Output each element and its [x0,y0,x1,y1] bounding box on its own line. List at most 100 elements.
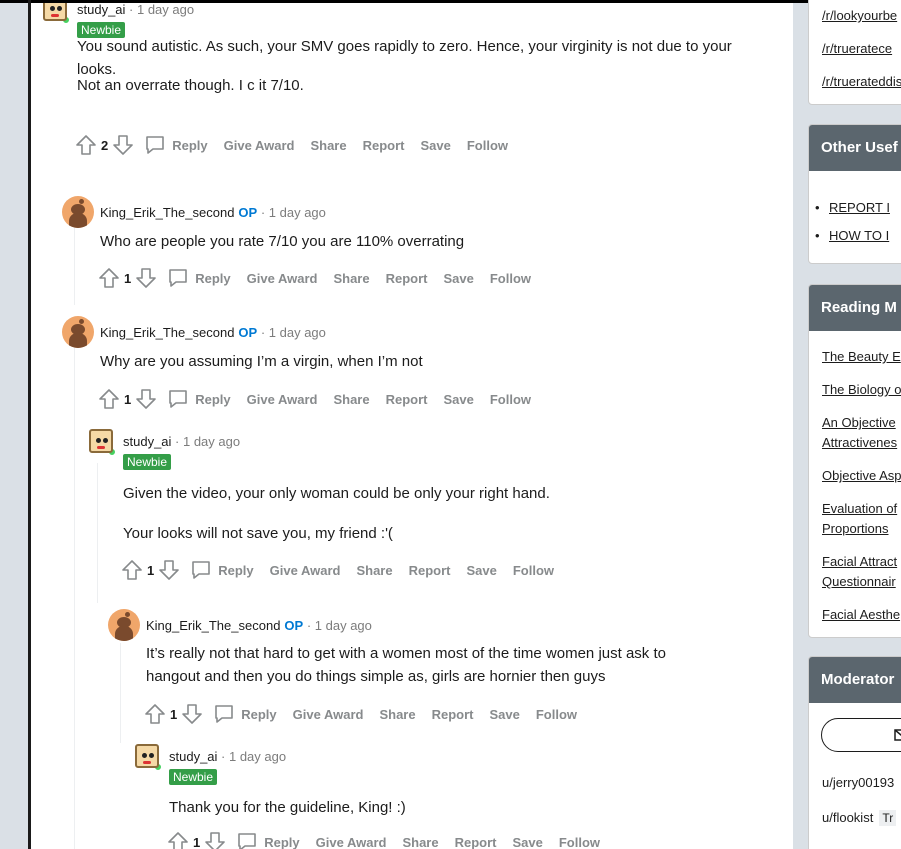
sidebar-link-trueratecelebrities[interactable]: /r/trueratece [822,39,892,59]
comment-actions: 1 Reply Give Award Share Report Save Follow [167,830,616,849]
sidebar-item-how-to[interactable]: HOW TO I [815,228,889,243]
sidebar-link-lookyourbest[interactable]: /r/lookyourbe [822,6,897,26]
report-button[interactable]: Report [432,707,474,722]
avatar[interactable] [85,425,117,457]
save-button[interactable]: Save [443,392,473,407]
avatar[interactable] [62,316,94,348]
username-link[interactable]: King_Erik_The_second [100,325,234,340]
downvote-icon[interactable] [135,267,157,289]
reply-label: Reply [195,391,231,407]
give-award-button[interactable]: Give Award [270,563,341,578]
reply-button[interactable]: Reply [167,267,231,289]
follow-button[interactable]: Follow [490,271,531,286]
comment-bubble-icon [144,134,172,156]
timestamp[interactable]: 1 day ago [315,618,372,633]
avatar[interactable] [131,740,163,772]
give-award-button[interactable]: Give Award [247,392,318,407]
upvote-icon[interactable] [144,703,166,725]
avatar[interactable] [62,196,94,228]
downvote-icon[interactable] [181,703,203,725]
reading-link[interactable]: Objective Asp [822,466,901,486]
follow-button[interactable]: Follow [513,563,554,578]
timestamp[interactable]: 1 day ago [137,3,194,17]
share-button[interactable]: Share [356,563,392,578]
moderator-name[interactable]: u/flookist [822,810,873,825]
comment-actions: 1 Reply Give Award Share Report Save Follow [98,387,547,411]
report-button[interactable]: Report [409,563,451,578]
reading-link[interactable]: Facial Attract [822,552,897,572]
reading-link[interactable]: Attractivenes [822,433,897,453]
upvote-icon[interactable] [75,134,97,156]
give-award-button[interactable]: Give Award [224,138,295,153]
give-award-button[interactable]: Give Award [316,835,387,849]
moderator-flair: Tr [879,810,897,826]
avatar[interactable] [39,3,71,25]
timestamp[interactable]: 1 day ago [183,434,240,449]
username-link[interactable]: study_ai [123,434,171,449]
reply-button[interactable]: Reply [213,703,277,725]
save-button[interactable]: Save [512,835,542,849]
reading-material-card: Reading M The Beauty E The Biology o An … [808,284,901,638]
reply-button[interactable]: Reply [236,831,300,849]
sidebar-item-report[interactable]: REPORT I [815,200,890,215]
upvote-icon[interactable] [167,831,189,849]
timestamp[interactable]: 1 day ago [269,205,326,220]
reply-button[interactable]: Reply [167,388,231,410]
timestamp[interactable]: 1 day ago [229,749,286,764]
upvote-icon[interactable] [121,559,143,581]
report-button[interactable]: Report [386,392,428,407]
upvote-icon[interactable] [98,267,120,289]
comment-text: Given the video, your only woman could b… [123,485,550,502]
reading-link[interactable]: Questionnair [822,572,896,592]
reply-button[interactable]: Reply [190,559,254,581]
downvote-icon[interactable] [112,134,134,156]
reading-link[interactable]: The Biology o [822,380,901,400]
follow-button[interactable]: Follow [559,835,600,849]
report-button[interactable]: Report [363,138,405,153]
share-button[interactable]: Share [333,271,369,286]
username-link[interactable]: King_Erik_The_second [100,205,234,220]
reply-button[interactable]: Reply [144,134,208,156]
report-button[interactable]: Report [455,835,497,849]
reading-link[interactable]: Facial Aesthe [822,605,900,625]
save-button[interactable]: Save [489,707,519,722]
reading-link[interactable]: An Objective [822,413,896,433]
comment-meta: study_ai · 1 day ago [123,434,240,449]
report-button[interactable]: Report [386,271,428,286]
username-link[interactable]: study_ai [169,749,217,764]
share-button[interactable]: Share [402,835,438,849]
downvote-icon[interactable] [158,559,180,581]
reply-label: Reply [218,562,254,578]
message-mods-button[interactable] [821,718,901,752]
save-button[interactable]: Save [443,271,473,286]
follow-button[interactable]: Follow [536,707,577,722]
username-link[interactable]: study_ai [77,3,125,17]
downvote-icon[interactable] [135,388,157,410]
timestamp[interactable]: 1 day ago [269,325,326,340]
save-button[interactable]: Save [466,563,496,578]
reading-link[interactable]: Evaluation of [822,499,897,519]
username-link[interactable]: King_Erik_The_second [146,618,280,633]
share-button[interactable]: Share [379,707,415,722]
save-button[interactable]: Save [420,138,450,153]
moderator-link[interactable]: u/jerry00193 [822,775,894,790]
upvote-icon[interactable] [98,388,120,410]
downvote-icon[interactable] [204,831,226,849]
user-flair: Newbie [169,769,218,785]
vote-count: 1 [170,706,178,722]
avatar[interactable] [108,609,140,641]
comment: King_Erik_The_second OP · 1 day ago Who ar… [62,196,742,296]
follow-button[interactable]: Follow [490,392,531,407]
share-button[interactable]: Share [333,392,369,407]
op-badge: OP [238,325,258,340]
follow-button[interactable]: Follow [467,138,508,153]
moderator-link[interactable]: u/flookist Tr [822,810,897,826]
reading-link[interactable]: The Beauty E [822,347,901,367]
comment-meta: study_ai · 1 day ago [169,749,286,764]
give-award-button[interactable]: Give Award [293,707,364,722]
sidebar-link-trueratediscussions[interactable]: /r/truerateddis [822,72,901,92]
comment-text: Why are you assuming I’m a virgin, when … [100,353,423,370]
share-button[interactable]: Share [310,138,346,153]
reading-link[interactable]: Proportions [822,519,888,539]
give-award-button[interactable]: Give Award [247,271,318,286]
